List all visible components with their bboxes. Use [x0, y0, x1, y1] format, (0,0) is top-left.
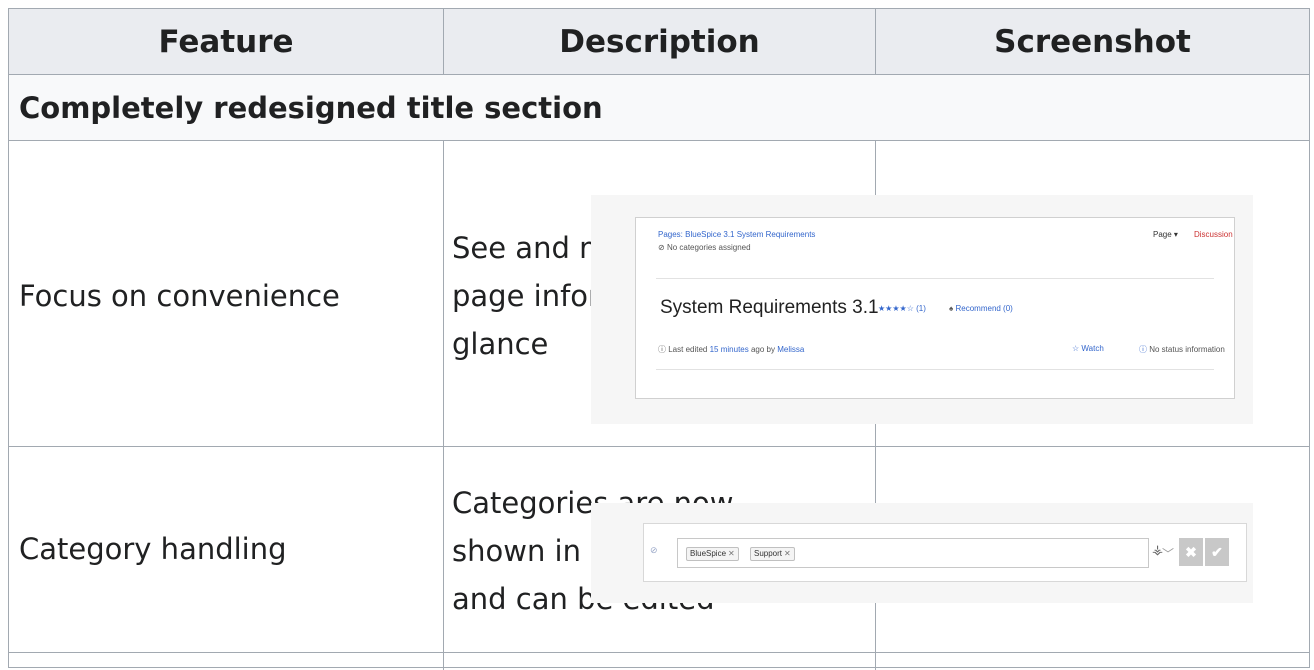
divider — [656, 369, 1214, 370]
cancel-button[interactable]: ✖ — [1179, 538, 1203, 566]
remove-chip-icon[interactable]: ✕ — [784, 549, 791, 558]
category-chip[interactable]: Support ✕ — [750, 547, 795, 561]
screenshot-frame: Pages: BlueSpice 3.1 System Requirements… — [635, 217, 1235, 399]
category-chip[interactable]: BlueSpice ✕ — [686, 547, 739, 561]
categories-info: ⊘ No categories assigned — [658, 243, 751, 252]
column-divider — [443, 140, 444, 670]
tag-icon: ⊘ — [658, 243, 667, 252]
last-edited-time[interactable]: 15 minutes — [710, 345, 749, 354]
save-button[interactable]: ✔ — [1205, 538, 1229, 566]
chip-label: Support — [754, 549, 783, 558]
status-info: ⓘ No status information — [1139, 344, 1225, 355]
info-icon: ⓘ — [1139, 345, 1150, 354]
category-input[interactable]: BlueSpice ✕ Support ✕ ﹀ — [677, 538, 1174, 568]
tag-icon: ⊘ — [650, 545, 658, 555]
last-edited-prefix: Last edited — [668, 345, 708, 354]
watch-text: Watch — [1081, 344, 1104, 353]
watch-link[interactable]: ☆ Watch — [1072, 344, 1104, 353]
last-edited-user[interactable]: Melissa — [777, 345, 804, 354]
header-description: Description — [444, 9, 875, 74]
last-edited-info: ⓘ Last edited 15 minutes ago by Melissa — [658, 344, 804, 355]
recommend-text: Recommend (0) — [955, 304, 1013, 313]
recommend-link[interactable]: ♠ Recommend (0) — [949, 304, 1013, 313]
title-section-screenshot: Pages: BlueSpice 3.1 System Requirements… — [591, 195, 1253, 424]
chip-label: BlueSpice — [690, 549, 727, 558]
feature-cell: Focus on convenience — [19, 279, 340, 313]
category-editor-screenshot: ⊘ BlueSpice ✕ Support ✕ ﹀ ⚶ ✖ ✔ — [591, 503, 1253, 603]
header-feature: Feature — [9, 9, 443, 74]
status-text: No status information — [1149, 345, 1225, 354]
star-icon: ☆ — [1072, 344, 1082, 353]
categories-text: No categories assigned — [666, 243, 751, 252]
header-screenshot: Screenshot — [876, 9, 1309, 74]
page-menu[interactable]: Page ▾ — [1153, 230, 1178, 239]
remove-chip-icon[interactable]: ✕ — [728, 549, 735, 558]
discussion-link[interactable]: Discussion — [1194, 230, 1233, 239]
column-divider — [875, 9, 876, 74]
breadcrumb[interactable]: Pages: BlueSpice 3.1 System Requirements — [658, 230, 815, 239]
row-divider — [9, 140, 1309, 141]
page-title: System Requirements 3.1 — [660, 297, 879, 318]
screenshot-frame: ⊘ BlueSpice ✕ Support ✕ ﹀ ⚶ ✖ ✔ — [643, 523, 1247, 582]
info-icon: ⓘ — [658, 345, 669, 354]
row-divider — [9, 652, 1309, 653]
column-divider — [443, 9, 444, 74]
divider — [656, 278, 1214, 279]
row-divider — [9, 446, 1309, 447]
feature-cell: Category handling — [19, 532, 287, 566]
last-edited-mid: ago by — [750, 345, 776, 354]
chevron-down-icon[interactable]: ﹀ — [1162, 545, 1174, 562]
section-title: Completely redesigned title section — [9, 75, 1309, 140]
category-tree-icon[interactable]: ⚶ — [1152, 542, 1163, 558]
rating[interactable]: ★★★★☆ (1) — [878, 304, 926, 313]
